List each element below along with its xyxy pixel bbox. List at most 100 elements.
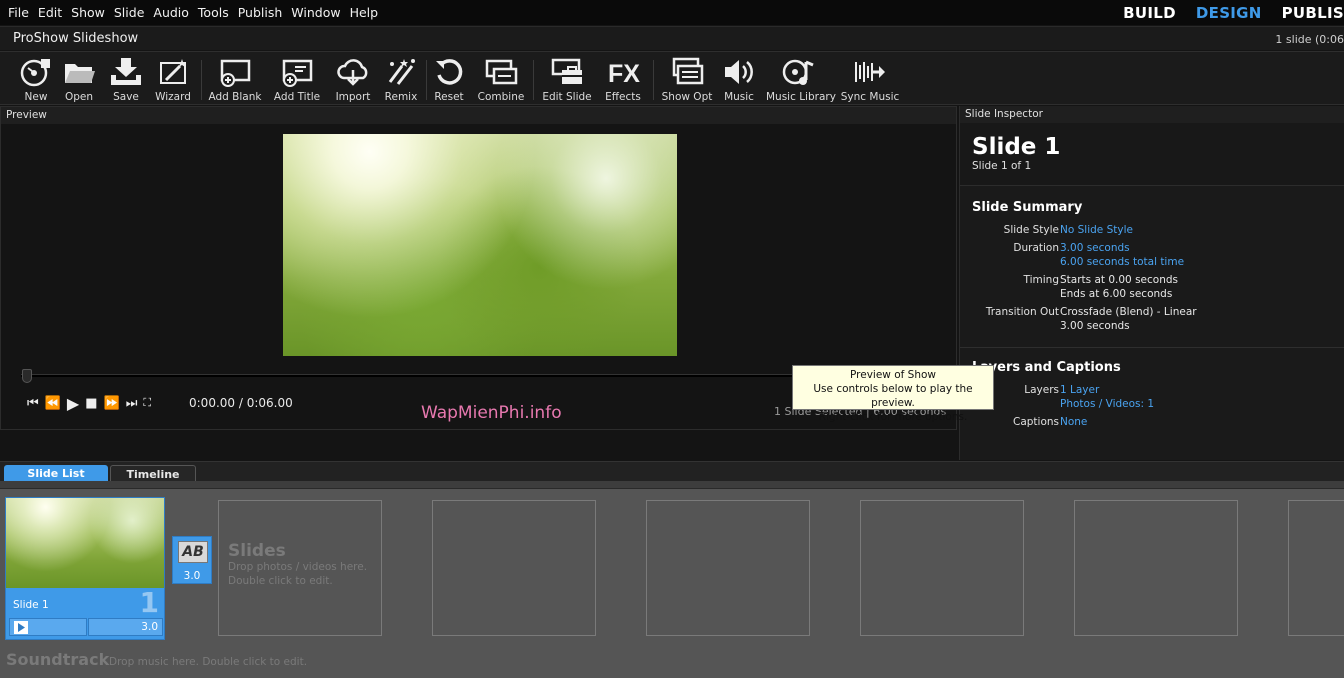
music-button[interactable]: Music <box>721 56 757 103</box>
playback-controls: ⏮ ⏪ ▶ ■ ⏩ ⏭ ⛶ <box>27 394 157 413</box>
slide-list: 1 Slide 1 3.0 AB 3.0 Slides Drop photos … <box>0 481 1344 678</box>
cloud-import-icon <box>337 59 368 86</box>
slide-list-strip <box>0 481 1344 489</box>
menu-help[interactable]: Help <box>350 5 379 20</box>
combine-icon <box>485 59 518 85</box>
watermark: WapMienPhi.info <box>421 403 562 423</box>
skip-to-start-icon[interactable]: ⏮ <box>27 396 39 411</box>
scrubber-handle[interactable] <box>22 369 32 383</box>
inspector-divider <box>960 347 1344 348</box>
effects-button[interactable]: FX Effects <box>602 56 644 103</box>
edit-slide-button[interactable]: Edit Slide <box>541 56 593 103</box>
slide-duration: 3.0 <box>141 621 158 633</box>
menu-tools[interactable]: Tools <box>198 5 229 20</box>
menu-show[interactable]: Show <box>71 5 105 20</box>
music-library-icon <box>782 59 814 85</box>
remix-button[interactable]: Remix <box>382 56 420 103</box>
soundtrack-title[interactable]: Soundtrack <box>6 650 109 669</box>
skip-to-end-icon[interactable]: ⏭ <box>126 396 138 411</box>
import-button[interactable]: Import <box>333 56 373 103</box>
captions-link[interactable]: None <box>1060 416 1087 428</box>
show-options-icon <box>672 57 704 85</box>
empty-slide-slot[interactable] <box>646 500 810 636</box>
drop-slides-hint-2: Double click to edit. <box>228 575 333 587</box>
menu-edit[interactable]: Edit <box>38 5 62 20</box>
preview-header: Preview <box>1 107 956 124</box>
tab-slide-list[interactable]: Slide List <box>4 465 108 482</box>
folder-open-icon <box>65 64 95 83</box>
show-name: ProShow Slideshow <box>13 31 139 46</box>
slide-duration-bar[interactable]: 3.0 <box>88 618 163 636</box>
inspector-header: Slide Inspector <box>960 106 1344 123</box>
add-title-button[interactable]: Add Title <box>271 56 323 103</box>
empty-slide-slot[interactable] <box>1288 500 1344 636</box>
reset-undo-icon <box>436 59 463 85</box>
transition-box[interactable]: AB 3.0 <box>172 536 212 584</box>
music-library-button[interactable]: Music Library <box>766 56 836 103</box>
main-toolbar: New Open Save Wizard Add Blank Add Title… <box>0 51 1344 105</box>
save-button[interactable]: Save <box>104 56 148 103</box>
menu-slide[interactable]: Slide <box>114 5 145 20</box>
drop-slides-title: Slides <box>228 541 286 561</box>
sync-music-button[interactable]: Sync Music <box>840 56 900 103</box>
slide-name: Slide 1 <box>13 599 49 611</box>
mode-design[interactable]: DESIGN <box>1196 4 1262 22</box>
layers-link[interactable]: 1 Layer <box>1060 384 1099 396</box>
new-button[interactable]: New <box>14 56 58 103</box>
menu-audio[interactable]: Audio <box>153 5 189 20</box>
slide-number: 1 <box>139 586 159 619</box>
rewind-icon[interactable]: ⏪ <box>45 396 61 411</box>
photos-videos-link[interactable]: Photos / Videos: 1 <box>1060 398 1154 410</box>
sync-music-icon <box>855 62 885 82</box>
slide-card[interactable]: 1 Slide 1 3.0 <box>5 497 165 640</box>
speaker-icon <box>725 60 753 84</box>
wizard-button[interactable]: Wizard <box>152 56 194 103</box>
preview-image[interactable] <box>283 134 677 356</box>
proshow-window: File Edit Show Slide Audio Tools Publish… <box>0 0 1344 678</box>
toolbar-separator <box>426 60 427 100</box>
show-title-bar: ProShow Slideshow 1 slide (0:06 <box>0 26 1344 50</box>
empty-slide-slot[interactable] <box>860 500 1024 636</box>
toolbar-separator <box>533 60 534 100</box>
empty-slide-slot[interactable] <box>432 500 596 636</box>
soundtrack-hint: Drop music here. Double click to edit. <box>109 656 308 668</box>
reset-button[interactable]: Reset <box>430 56 468 103</box>
edit-slide-toolbox-icon <box>551 58 582 84</box>
main-menu: File Edit Show Slide Audio Tools Publish… <box>8 0 387 25</box>
remix-wands-icon <box>388 59 415 85</box>
add-blank-slide-icon <box>220 59 251 87</box>
preview-tooltip: Preview of Show Use controls below to pl… <box>792 365 994 423</box>
show-options-button[interactable]: Show Opt <box>661 56 713 103</box>
fast-forward-icon[interactable]: ⏩ <box>104 396 120 411</box>
mode-publish[interactable]: PUBLIS <box>1282 4 1344 22</box>
slide-style-link[interactable]: No Slide Style <box>1060 224 1133 236</box>
save-download-icon <box>111 58 141 85</box>
menu-file[interactable]: File <box>8 5 29 20</box>
stop-icon[interactable]: ■ <box>85 396 97 411</box>
wand-icon <box>160 59 186 84</box>
drop-slides-hint: Drop photos / videos here. <box>228 561 368 573</box>
inspector-subtitle: Slide 1 of 1 <box>972 160 1032 172</box>
add-title-icon <box>282 59 313 87</box>
transition-ab-icon: AB <box>178 541 208 563</box>
tab-timeline[interactable]: Timeline <box>110 465 196 482</box>
mode-build[interactable]: BUILD <box>1123 4 1176 22</box>
inspector-title: Slide 1 <box>972 134 1061 160</box>
play-icon[interactable]: ▶ <box>67 394 79 413</box>
slide-thumbnail[interactable] <box>6 498 164 588</box>
transition-duration: 3.0 <box>183 570 201 582</box>
combine-button[interactable]: Combine <box>477 56 525 103</box>
toolbar-separator <box>201 60 202 100</box>
duration-link[interactable]: 3.00 seconds <box>1060 242 1130 254</box>
menu-publish[interactable]: Publish <box>238 5 283 20</box>
menu-window[interactable]: Window <box>291 5 340 20</box>
fullscreen-icon[interactable]: ⛶ <box>143 396 151 410</box>
fx-icon: FX <box>608 60 640 88</box>
slide-count: 1 slide (0:06 <box>1275 33 1344 46</box>
play-icon[interactable] <box>14 621 28 634</box>
total-time-link[interactable]: 6.00 seconds total time <box>1060 256 1184 268</box>
add-blank-button[interactable]: Add Blank <box>208 56 262 103</box>
slide-inspector: Slide Inspector Slide 1 Slide 1 of 1 Sli… <box>959 106 1344 460</box>
open-button[interactable]: Open <box>59 56 99 103</box>
empty-slide-slot[interactable] <box>1074 500 1238 636</box>
